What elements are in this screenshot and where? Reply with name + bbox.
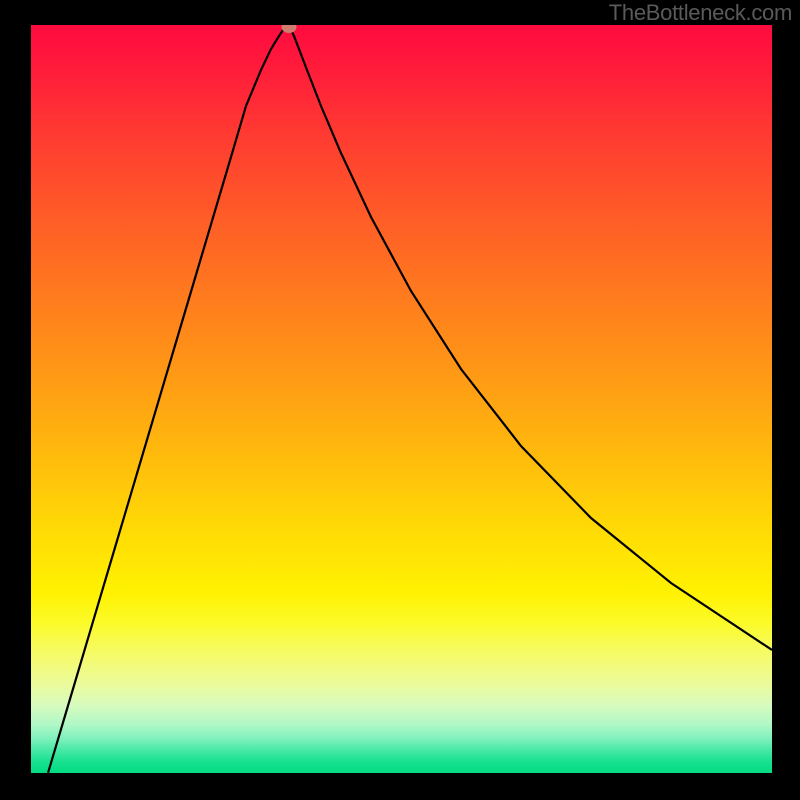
watermark-text: TheBottleneck.com <box>609 0 792 26</box>
chart-curve <box>31 25 772 773</box>
chart-frame <box>31 25 772 773</box>
curve-path <box>48 27 772 773</box>
